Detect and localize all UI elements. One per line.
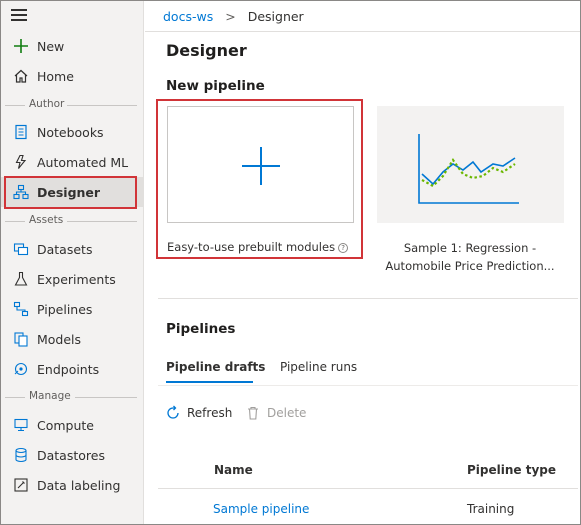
section-label-assets: Assets	[29, 214, 64, 226]
sidebar-item-label: Pipelines	[37, 301, 93, 317]
datasets-icon	[11, 239, 31, 259]
new-pipeline-card[interactable]	[167, 106, 354, 223]
section-divider	[67, 105, 137, 106]
column-header-pipeline-type[interactable]: Pipeline type	[467, 463, 556, 477]
section-divider	[158, 298, 578, 299]
plus-icon	[11, 36, 31, 56]
sidebar: New Home Author Notebooks Automated ML D…	[1, 1, 144, 524]
sidebar-item-data-labeling[interactable]: Data labeling	[1, 470, 143, 500]
pipeline-icon	[11, 299, 31, 319]
sidebar-item-new[interactable]: New	[1, 31, 143, 61]
section-divider	[75, 397, 137, 398]
database-icon	[11, 445, 31, 465]
models-icon	[11, 329, 31, 349]
sidebar-item-label: Home	[37, 68, 74, 84]
sample-label-line1: Sample 1: Regression -	[403, 241, 537, 255]
section-divider	[67, 221, 137, 222]
line-chart-thumbnail-icon	[418, 134, 519, 204]
sample-regression-label[interactable]: Sample 1: Regression - Automobile Price …	[369, 239, 571, 275]
home-icon	[11, 66, 31, 86]
pipeline-type-cell: Training	[467, 502, 515, 516]
table-row[interactable]: Sample pipeline Training	[158, 493, 578, 524]
tab-pipeline-drafts[interactable]: Pipeline drafts	[166, 360, 265, 374]
sidebar-item-datastores[interactable]: Datastores	[1, 440, 143, 470]
prebuilt-modules-label: Easy-to-use prebuilt modules?	[167, 240, 349, 254]
compute-icon	[11, 415, 31, 435]
sidebar-item-compute[interactable]: Compute	[1, 410, 143, 440]
lightning-icon	[11, 152, 31, 172]
sidebar-item-label: Experiments	[37, 271, 116, 287]
table-header: Name Pipeline type	[158, 453, 578, 489]
breadcrumb-current: Designer	[247, 8, 304, 24]
tabs-divider	[158, 385, 578, 386]
delete-button[interactable]: Delete	[245, 405, 306, 421]
column-header-name[interactable]: Name	[214, 463, 253, 477]
sidebar-item-notebooks[interactable]: Notebooks	[1, 117, 143, 147]
section-label-manage: Manage	[29, 390, 71, 402]
hierarchy-icon	[11, 182, 31, 202]
help-icon[interactable]: ?	[338, 243, 349, 253]
sidebar-item-endpoints[interactable]: Endpoints	[1, 354, 143, 384]
notebook-icon	[11, 122, 31, 142]
section-divider	[5, 221, 25, 222]
sidebar-item-label: Models	[37, 331, 82, 347]
sample-label-line2: Automobile Price Prediction...	[385, 259, 555, 273]
sidebar-item-label: Designer	[37, 184, 101, 200]
active-tab-indicator	[166, 381, 253, 383]
sidebar-item-experiments[interactable]: Experiments	[1, 264, 143, 294]
sidebar-item-label: Notebooks	[37, 124, 104, 140]
pipelines-heading: Pipelines	[166, 321, 236, 337]
trash-icon	[245, 405, 261, 421]
sidebar-item-label: Data labeling	[37, 477, 121, 493]
section-divider	[5, 397, 25, 398]
sidebar-item-designer[interactable]: Designer	[1, 177, 143, 207]
refresh-icon	[165, 405, 181, 421]
tab-pipeline-runs[interactable]: Pipeline runs	[280, 360, 357, 374]
sidebar-item-home[interactable]: Home	[1, 61, 143, 91]
section-label-author: Author	[29, 98, 65, 110]
page-title: Designer	[166, 41, 247, 60]
breadcrumb-separator: >	[225, 8, 236, 24]
flask-icon	[11, 269, 31, 289]
pipeline-name-link[interactable]: Sample pipeline	[213, 502, 309, 516]
app-window: New Home Author Notebooks Automated ML D…	[0, 0, 581, 525]
prebuilt-modules-text: Easy-to-use prebuilt modules	[167, 240, 336, 254]
section-divider	[5, 105, 25, 106]
sidebar-item-pipelines[interactable]: Pipelines	[1, 294, 143, 324]
refresh-label: Refresh	[187, 406, 233, 420]
sidebar-item-label: Endpoints	[37, 361, 100, 377]
endpoints-icon	[11, 359, 31, 379]
new-pipeline-heading: New pipeline	[166, 78, 265, 94]
sidebar-item-automated-ml[interactable]: Automated ML	[1, 147, 143, 177]
delete-label: Delete	[267, 406, 307, 420]
breadcrumb: docs-ws > Designer	[145, 1, 580, 32]
sidebar-item-models[interactable]: Models	[1, 324, 143, 354]
refresh-button[interactable]: Refresh	[165, 405, 232, 421]
sidebar-item-label: Datasets	[37, 241, 93, 257]
hamburger-menu-icon[interactable]	[11, 9, 27, 23]
labeling-icon	[11, 475, 31, 495]
sidebar-item-label: Compute	[37, 417, 95, 433]
breadcrumb-workspace-link[interactable]: docs-ws	[163, 9, 213, 24]
sidebar-item-label: New	[37, 38, 65, 54]
sample-regression-card[interactable]	[377, 106, 564, 223]
sidebar-item-label: Datastores	[37, 447, 105, 463]
sidebar-item-datasets[interactable]: Datasets	[1, 234, 143, 264]
sidebar-item-label: Automated ML	[37, 154, 129, 170]
